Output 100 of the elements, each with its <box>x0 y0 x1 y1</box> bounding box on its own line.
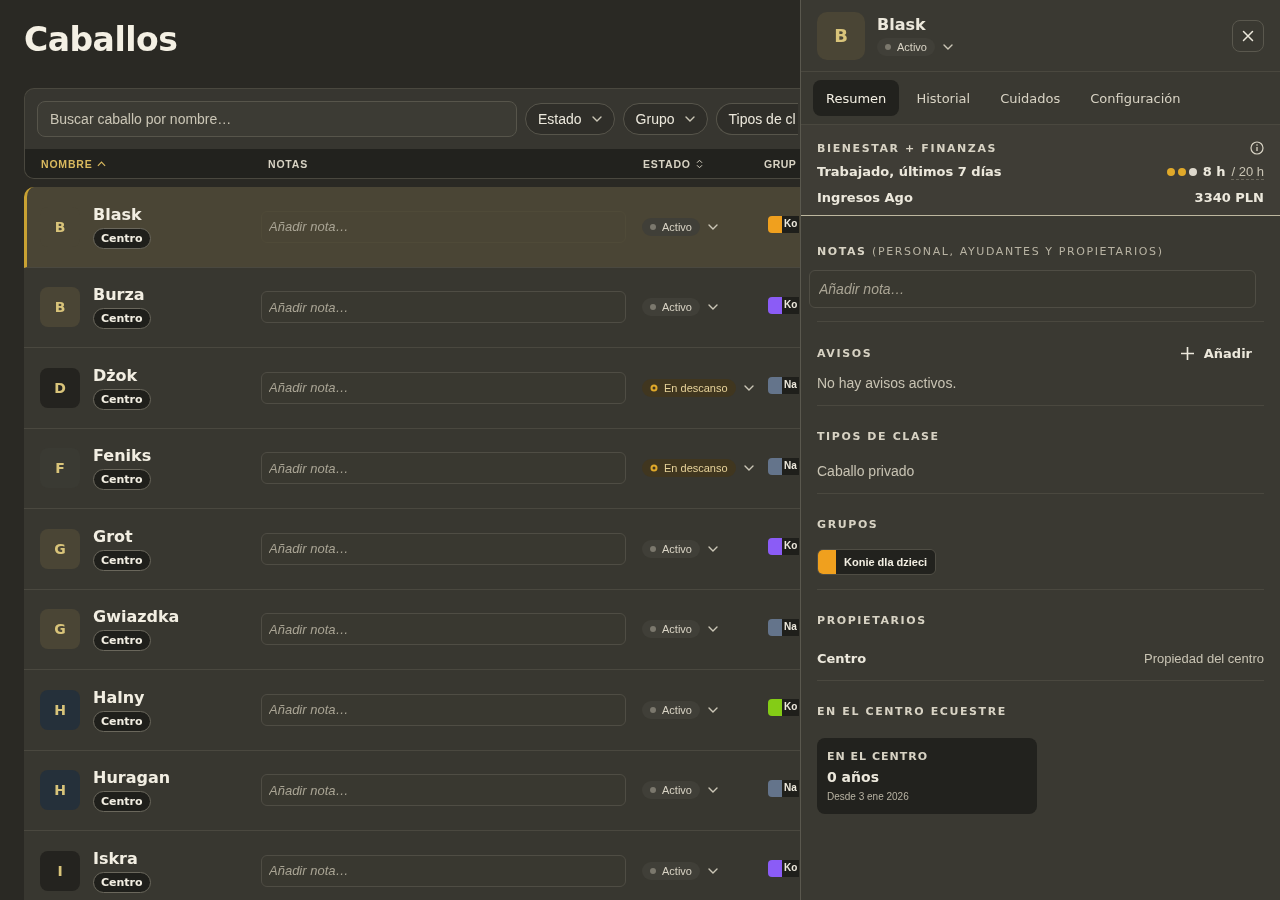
note-field[interactable]: Añadir nota… <box>261 774 626 807</box>
chevron-down-icon <box>707 545 718 552</box>
owner-name: Centro <box>817 651 867 666</box>
horse-row[interactable]: H Halny Centro Añadir nota… Activo Ko <box>24 670 800 751</box>
status-badge[interactable]: Activo <box>642 539 700 558</box>
column-header[interactable]: NOTAS <box>268 157 643 170</box>
stat-label: EN EL CENTRO <box>827 750 930 763</box>
close-button[interactable] <box>1232 19 1264 52</box>
tab[interactable]: Cuidados <box>987 80 1074 116</box>
search-field[interactable]: Buscar caballo por nombre… <box>37 101 517 137</box>
owner-tag: Centro <box>93 791 151 813</box>
sun-icon <box>650 383 658 392</box>
horse-name: Grot <box>93 526 133 546</box>
tab[interactable]: Resumen <box>813 80 900 116</box>
metric-label: Ingresos Ago <box>817 190 913 205</box>
stat-value: 0 años <box>827 769 880 785</box>
note-field[interactable]: Añadir nota… <box>261 693 626 726</box>
plus-icon <box>1180 347 1194 360</box>
chevron-down-icon <box>707 706 718 713</box>
horse-row[interactable]: D Dżok Centro Añadir nota… En descanso Na <box>24 348 800 429</box>
note-field[interactable]: Añadir nota… <box>261 613 626 646</box>
filter-dropdown[interactable]: Grupo <box>622 103 708 135</box>
status-badge[interactable]: En descanso <box>642 378 736 397</box>
horse-row[interactable]: H Huragan Centro Añadir nota… Activo Na <box>24 750 800 831</box>
owner-tag: Centro <box>93 469 151 491</box>
filter-dropdown[interactable]: Tipos de cl <box>715 103 798 135</box>
status-badge[interactable]: Activo <box>642 700 700 719</box>
info-icon[interactable] <box>1250 141 1264 155</box>
horse-row[interactable]: F Feniks Centro Añadir nota… En descanso Na <box>24 428 800 509</box>
note-field[interactable]: Añadir nota… <box>261 291 626 324</box>
owner-tag: Centro <box>93 630 151 652</box>
status-badge[interactable]: Activo <box>642 620 700 639</box>
avatar: H <box>40 770 80 811</box>
status-badge[interactable]: Activo <box>642 298 700 317</box>
empty-message: No hay avisos activos. <box>817 375 958 391</box>
status-badge[interactable]: En descanso <box>642 459 736 478</box>
chevron-down-icon <box>707 787 718 794</box>
section-title: GRUPOS <box>817 518 880 531</box>
horse-name: Gwiazdka <box>93 607 180 627</box>
add-button[interactable]: Añadir <box>1180 346 1264 361</box>
status-badge[interactable]: Activo <box>642 781 700 800</box>
column-header[interactable]: GRUP <box>764 157 797 170</box>
avatar: I <box>40 850 80 891</box>
filter-dropdown[interactable]: Estado <box>525 103 615 135</box>
chevron-down-icon <box>707 626 718 633</box>
stat-caption: Desde 3 ene 2026 <box>827 791 910 802</box>
metric-value: 3340 PLN <box>1194 190 1264 205</box>
note-field[interactable]: Añadir nota… <box>261 371 626 404</box>
owner-tag: Centro <box>93 710 151 732</box>
class-type: Caballo privado <box>817 463 916 479</box>
section-title: BIENESTAR + FINANZAS <box>817 141 998 155</box>
note-field[interactable]: Añadir nota… <box>261 532 626 565</box>
horse-name: Huragan <box>93 768 171 788</box>
column-header[interactable]: NOMBRE <box>41 157 268 170</box>
section-title: PROPIETARIOS <box>817 614 928 627</box>
owner-tag: Centro <box>93 308 151 330</box>
group-chip: Konie dla dzieci <box>817 549 937 575</box>
horse-row[interactable]: B Blask Centro Añadir nota… Activo Ko <box>24 187 800 268</box>
close-icon <box>1242 29 1254 42</box>
tab[interactable]: Configuración <box>1077 80 1194 116</box>
tab[interactable]: Historial <box>903 80 984 116</box>
status-badge[interactable]: Activo <box>642 217 700 236</box>
owner-tag: Centro <box>93 871 151 893</box>
metric-limit: / 20 h <box>1231 163 1264 180</box>
sun-icon <box>650 464 658 473</box>
horse-row[interactable]: I Iskra Centro Añadir nota… Activo Ko <box>24 831 800 900</box>
avatar: H <box>40 689 80 730</box>
chevron-down-icon <box>591 116 602 122</box>
owner-tag: Centro <box>93 388 151 410</box>
metric-value: 8 h <box>1202 164 1226 179</box>
section-title: AVISOS <box>817 347 873 360</box>
section-title: TIPOS DE CLASE <box>817 430 941 443</box>
section-title: EN EL CENTRO ECUESTRE <box>817 705 1008 718</box>
owner-tag: Centro <box>93 549 151 571</box>
chevron-down-icon <box>707 867 718 874</box>
column-header[interactable]: ESTADO <box>643 157 764 170</box>
chevron-down-icon <box>707 304 718 311</box>
horse-name: Dżok <box>93 365 138 385</box>
note-field[interactable]: Añadir nota… <box>809 270 1256 308</box>
metric-label: Trabajado, últimos 7 días <box>817 164 1002 179</box>
horse-row[interactable]: G Grot Centro Añadir nota… Activo Ko <box>24 509 800 590</box>
horse-row[interactable]: G Gwiazdka Centro Añadir nota… Activo Na <box>24 589 800 670</box>
section-title: NOTAS (PERSONAL, AYUDANTES Y PROPIETARIOS) <box>817 245 1165 258</box>
avatar: B <box>40 287 80 328</box>
status-badge[interactable]: Activo <box>642 861 700 880</box>
owner-tag: Centro <box>93 227 151 249</box>
note-field[interactable]: Añadir nota… <box>261 210 626 243</box>
horse-name: Feniks <box>93 446 152 466</box>
avatar: G <box>40 609 80 650</box>
horse-name: Blask <box>93 204 142 224</box>
chevron-down-icon <box>684 116 695 122</box>
note-field[interactable]: Añadir nota… <box>261 452 626 485</box>
chevron-down-icon <box>743 384 754 391</box>
status-badge[interactable]: Activo <box>877 38 935 56</box>
sort-up-icon <box>97 160 107 167</box>
page-title: Caballos <box>24 19 179 61</box>
note-field[interactable]: Añadir nota… <box>261 854 626 887</box>
horse-name: Halny <box>93 687 145 707</box>
horse-row[interactable]: B Burza Centro Añadir nota… Activo Ko <box>24 267 800 348</box>
owner-detail: Propiedad del centro <box>1144 651 1264 666</box>
